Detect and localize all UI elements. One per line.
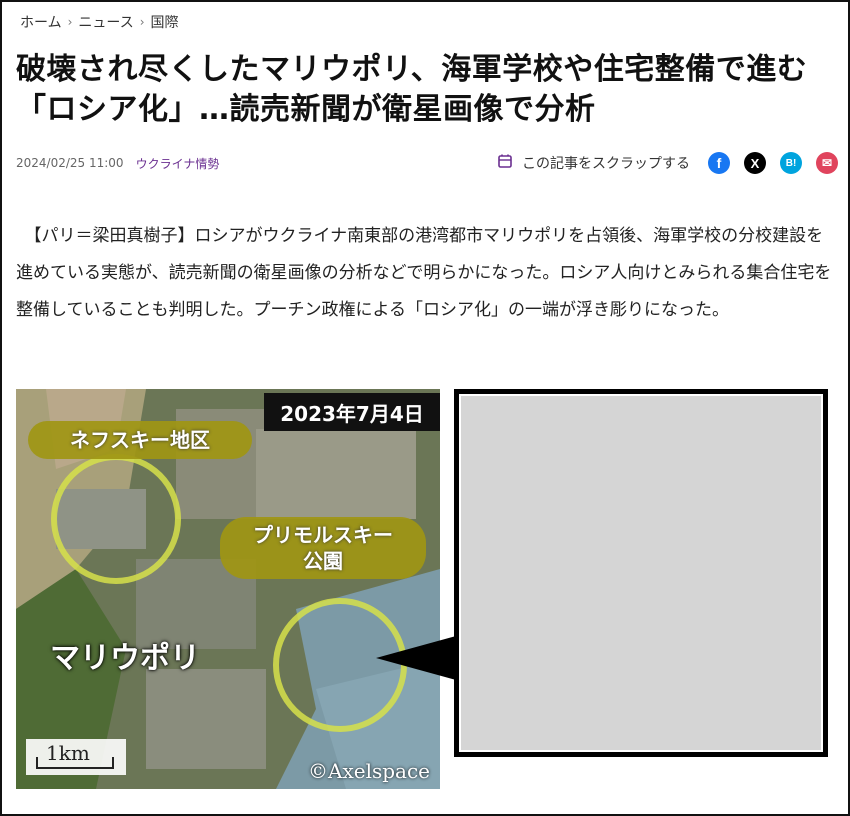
share-buttons: f X B! ✉ <box>708 152 838 174</box>
scale-bar: 1km <box>26 739 126 775</box>
image-credit: ©Axelspace <box>308 759 430 783</box>
breadcrumb-news[interactable]: ニュース <box>78 12 133 32</box>
callout-pointer <box>376 636 456 680</box>
scrapbook-icon <box>496 152 514 174</box>
chevron-right-icon: › <box>139 15 145 29</box>
article-title: 破壊され尽くしたマリウポリ、海軍学校や住宅整備で進む「ロシア化」…読売新聞が衛星… <box>16 52 808 127</box>
nevsky-district-label: ネフスキー地区 <box>28 421 252 459</box>
page-frame: ホーム › ニュース › 国際 破壊され尽くしたマリウポリ、海軍学校や住宅整備で… <box>0 0 850 816</box>
mail-icon[interactable]: ✉ <box>816 152 838 174</box>
article-body: 【パリ＝梁田真樹子】ロシアがウクライナ南東部の港湾都市マリウポリを占領後、海軍学… <box>16 226 832 320</box>
scrap-label: この記事をスクラップする <box>522 156 690 172</box>
scrap-button[interactable]: この記事をスクラップする <box>496 152 690 174</box>
breadcrumb-home[interactable]: ホーム <box>20 12 62 32</box>
satellite-image: 2023年7月4日 ネフスキー地区 プリモルスキー 公園 マリウポリ 1km ©… <box>16 389 440 789</box>
primorsky-park-label: プリモルスキー 公園 <box>220 517 426 579</box>
breadcrumb: ホーム › ニュース › 国際 <box>20 12 179 32</box>
primorsky-label-line1: プリモルスキー <box>253 523 393 547</box>
image-date-label: 2023年7月4日 <box>264 393 440 431</box>
publish-date: 2024/02/25 11:00 <box>16 156 124 170</box>
scale-bar-line <box>36 757 114 769</box>
breadcrumb-section[interactable]: 国際 <box>151 12 179 32</box>
x-icon[interactable]: X <box>744 152 766 174</box>
primorsky-label-line2: 公園 <box>303 549 343 573</box>
inset-placeholder <box>461 396 821 750</box>
hatena-bookmark-icon[interactable]: B! <box>780 152 802 174</box>
article-meta: 2024/02/25 11:00 ウクライナ情勢 この記事をスクラップする f … <box>16 152 838 174</box>
facebook-icon[interactable]: f <box>708 152 730 174</box>
category-link[interactable]: ウクライナ情勢 <box>136 155 220 172</box>
city-label: マリウポリ <box>50 641 200 676</box>
chevron-right-icon: › <box>67 15 73 29</box>
zoomed-inset-image <box>454 389 828 757</box>
